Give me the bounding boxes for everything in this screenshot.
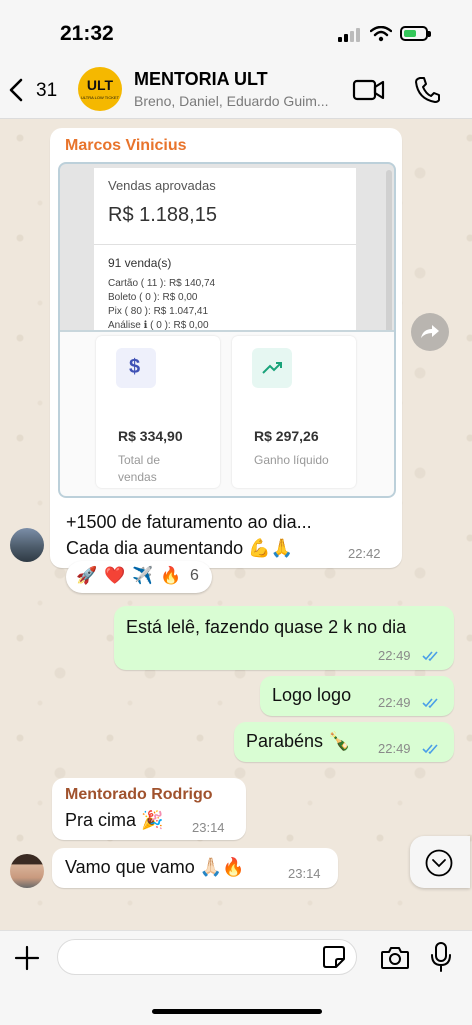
net-gain-value: R$ 297,26	[254, 428, 319, 444]
status-bar: 21:32	[0, 0, 472, 62]
avatar-logo-text: ULT	[86, 77, 114, 93]
message-bubble-outgoing[interactable]: Está lelê, fazendo quase 2 k no dia 22:4…	[114, 606, 454, 670]
divider	[94, 244, 356, 245]
scroll-down-button[interactable]	[410, 836, 470, 888]
forward-icon	[421, 325, 439, 338]
total-sales-card: $ R$ 334,90 Total de vendas	[96, 336, 220, 488]
avatar[interactable]	[10, 528, 44, 562]
avatar-logo-subtext: ULTRA LOW TICKET	[80, 95, 120, 100]
reaction-heart: ❤️	[104, 566, 126, 585]
message-input[interactable]	[57, 939, 357, 975]
message-time: 22:42	[348, 546, 381, 561]
message-bubble-incoming[interactable]: Mentorado Rodrigo Pra cima 🎉 23:14	[52, 778, 246, 840]
battery-icon	[400, 26, 431, 41]
stats-panel: $ R$ 334,90 Total de vendas R$ 297,26 Ga…	[58, 330, 396, 498]
message-bubble-outgoing[interactable]: Logo logo 22:49	[260, 676, 454, 716]
status-time: 21:32	[60, 22, 114, 45]
sender-name: Mentorado Rodrigo	[65, 786, 213, 803]
group-name[interactable]: MENTORIA ULT	[134, 69, 268, 90]
message-time: 23:14	[192, 820, 225, 835]
reactions-bar[interactable]: 🚀 ❤️ ✈️ 🔥 6	[66, 561, 212, 593]
reaction-rocket: 🚀	[76, 566, 98, 585]
message-text: +1500 de faturamento ao dia...	[66, 512, 312, 532]
chat-header: 31 ULT ULTRA LOW TICKET MENTORIA ULT Bre…	[0, 62, 472, 119]
message-text: Vamo que vamo 🙏🏻🔥	[65, 857, 245, 877]
payment-line: Pix ( 80 ): R$ 1.047,41	[108, 306, 209, 317]
message-text: Pra cima 🎉	[65, 810, 164, 830]
chevron-left-icon	[9, 78, 23, 102]
net-gain-card: R$ 297,26 Ganho líquido	[232, 336, 356, 488]
image-attachment[interactable]: Vendas aprovadas R$ 1.188,15 91 venda(s)…	[58, 162, 396, 498]
message-text: Cada dia aumentando 💪🙏	[66, 538, 293, 558]
message-time: 22:49	[378, 695, 411, 710]
message-bubble-outgoing[interactable]: Parabéns 🍾 22:49	[234, 722, 454, 762]
signal-icon	[338, 28, 362, 42]
sales-label: Vendas aprovadas	[108, 178, 216, 193]
reaction-count: 6	[190, 567, 199, 584]
sales-summary-panel: Vendas aprovadas R$ 1.188,15 91 venda(s)…	[94, 168, 356, 332]
message-text: Parabéns 🍾	[246, 731, 351, 751]
trending-up-icon	[252, 348, 292, 388]
sales-amount: R$ 1.188,15	[108, 204, 217, 226]
dollar-icon: $	[116, 348, 156, 388]
back-button[interactable]: 31	[8, 74, 68, 108]
chevron-down-icon	[425, 849, 453, 877]
plus-icon[interactable]	[14, 945, 40, 971]
wifi-icon	[370, 26, 392, 42]
net-gain-caption: Ganho líquido	[254, 453, 329, 467]
reaction-airplane: ✈️	[132, 566, 154, 585]
payment-line: Cartão ( 11 ): R$ 140,74	[108, 278, 216, 289]
camera-icon[interactable]	[380, 945, 410, 971]
unread-count: 31	[36, 80, 58, 101]
sender-name: Marcos Vinicius	[65, 137, 187, 154]
sticker-icon[interactable]	[322, 945, 346, 969]
message-time: 23:14	[288, 866, 321, 881]
home-indicator	[152, 1009, 322, 1014]
video-call-icon[interactable]	[352, 78, 386, 102]
phone-icon[interactable]	[414, 76, 440, 104]
sales-count: 91 venda(s)	[108, 256, 172, 270]
microphone-icon[interactable]	[430, 941, 452, 973]
read-receipt-icon	[422, 698, 438, 709]
forward-button[interactable]	[411, 313, 449, 351]
avatar[interactable]	[10, 854, 44, 888]
read-receipt-icon	[422, 651, 438, 662]
message-text: Logo logo	[272, 685, 352, 705]
message-composer	[0, 930, 472, 1025]
reaction-fire: 🔥	[160, 566, 182, 585]
message-time: 22:49	[378, 648, 411, 663]
group-avatar[interactable]: ULT ULTRA LOW TICKET	[78, 67, 122, 111]
group-members[interactable]: Breno, Daniel, Eduardo Guim...	[134, 93, 344, 109]
read-receipt-icon	[422, 744, 438, 755]
message-text: Está lelê, fazendo quase 2 k no dia	[126, 617, 407, 637]
message-bubble-incoming[interactable]: Vamo que vamo 🙏🏻🔥 23:14	[52, 848, 338, 888]
total-sales-value: R$ 334,90	[118, 428, 183, 444]
total-sales-caption: Total de vendas	[118, 453, 161, 484]
payment-line: Boleto ( 0 ): R$ 0,00	[108, 292, 198, 303]
message-time: 22:49	[378, 741, 411, 756]
